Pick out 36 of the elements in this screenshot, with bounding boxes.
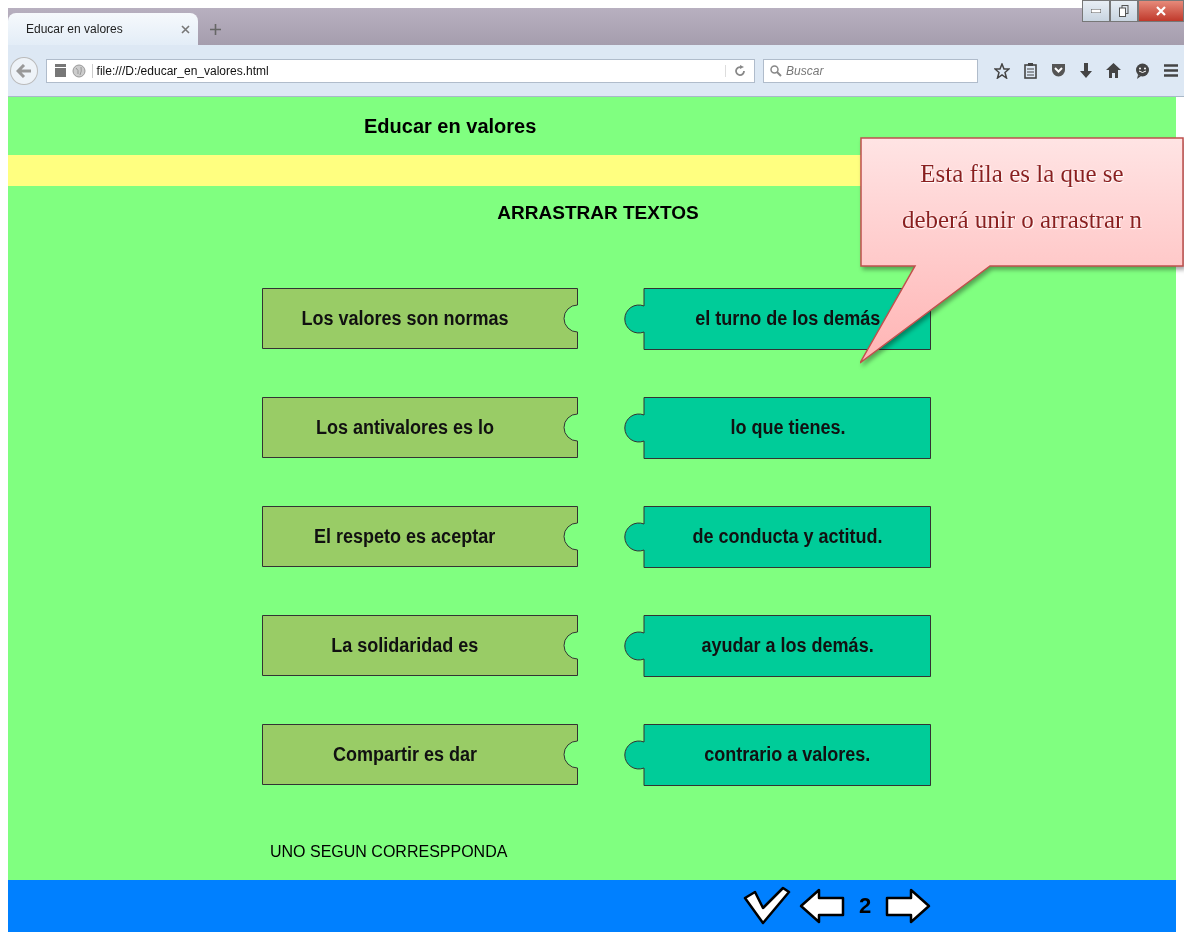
browser-tab[interactable]: Educar en valores [8,13,198,45]
puzzle-piece[interactable]: La solidaridad es [262,615,578,676]
restore-button[interactable] [1110,0,1138,22]
smiley-icon[interactable] [1135,62,1150,79]
page-number: 2 [859,893,872,919]
instruction-text: UNO SEGUN CORRESPPONDA [270,843,508,860]
puzzle-piece[interactable]: El respeto es aceptar [262,506,578,567]
back-icon[interactable] [10,56,38,85]
close-window-button[interactable] [1138,0,1184,22]
check-button[interactable] [743,886,791,926]
search-field[interactable]: Buscar [763,58,978,83]
star-icon[interactable] [994,62,1010,79]
search-input[interactable]: Buscar [786,63,967,78]
reload-icon[interactable] [725,64,747,77]
search-icon [770,64,783,77]
home-icon[interactable] [1106,63,1121,78]
close-icon [1156,6,1166,16]
pocket-icon[interactable] [1051,63,1066,78]
minimize-button[interactable] [1082,0,1110,22]
minimize-icon [1091,9,1101,13]
puzzle-piece[interactable]: Compartir es dar [262,724,578,785]
page-icon [54,64,66,77]
download-icon[interactable] [1080,62,1092,79]
menu-icon[interactable] [1164,64,1178,77]
puzzle-piece[interactable]: Los valores son normas [262,288,578,349]
restore-icon [1119,5,1129,17]
plus-icon[interactable] [210,24,221,35]
previous-button[interactable] [799,888,845,924]
url-text: file:///D:/educar_en_valores.html [91,63,720,78]
close-icon[interactable] [181,24,190,34]
activity-heading: ARRASTRAR TEXTOS [496,201,699,225]
address-bar[interactable]: file:///D:/educar_en_valores.html [45,58,756,83]
next-button[interactable] [885,888,932,924]
page-title: Educar en valores [364,114,537,138]
puzzle-piece[interactable]: Los antivalores es lo [262,397,578,458]
clipboard-icon[interactable] [1024,62,1037,79]
